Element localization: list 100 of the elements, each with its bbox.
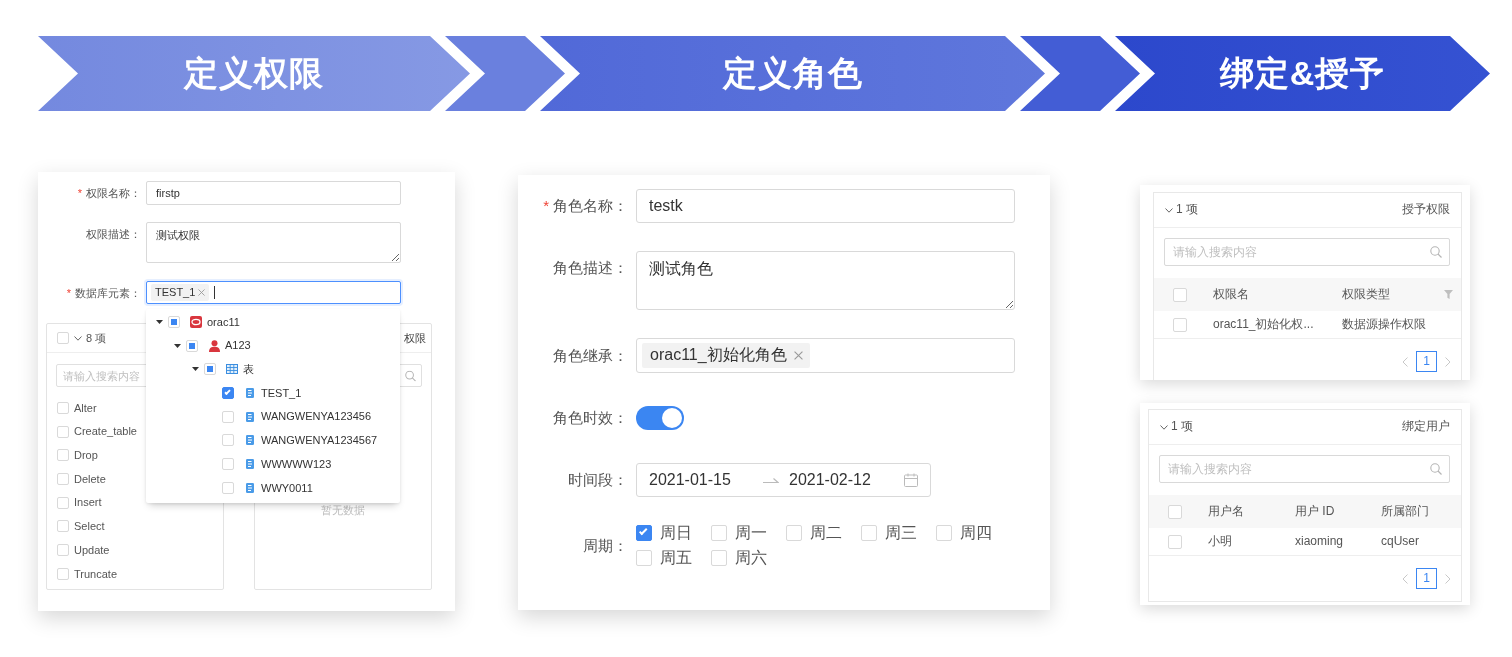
- date-range-field[interactable]: 2021-01-15 2021-02-12: [636, 463, 931, 497]
- chevron-down-icon[interactable]: [1160, 424, 1168, 430]
- weekday-label[interactable]: 周一: [735, 525, 767, 541]
- weekday-label[interactable]: 周二: [810, 525, 842, 541]
- form-label: 角色继承：: [553, 345, 628, 366]
- column-header: 权限名: [1213, 286, 1249, 303]
- panel-title: 绑定用户: [1402, 419, 1450, 435]
- document-icon: [246, 411, 254, 422]
- search-input[interactable]: 请输入搜索内容: [1159, 455, 1450, 483]
- tree-node-label[interactable]: TEST_1: [261, 385, 302, 401]
- form-label: 周期：: [583, 535, 628, 556]
- next-page-button[interactable]: [1443, 354, 1453, 369]
- item-count: 8 项: [86, 330, 107, 346]
- required-asterisk: *: [77, 186, 82, 201]
- chevron-left-icon: [1402, 356, 1408, 367]
- table-icon: [226, 364, 238, 375]
- chevron-right-icon: [1445, 356, 1451, 367]
- caret-down-icon[interactable]: [173, 343, 181, 348]
- chevron-left-icon: [1402, 573, 1408, 584]
- page-button[interactable]: 1: [1416, 568, 1437, 589]
- database-icon: [190, 315, 202, 328]
- permission-label[interactable]: Update: [74, 542, 110, 558]
- tree-node-label[interactable]: WANGWENYA123456: [261, 409, 372, 424]
- table-cell: xiaoming: [1295, 533, 1344, 550]
- form-label: 角色描述：: [553, 258, 628, 278]
- text-input[interactable]: firstp: [146, 181, 401, 205]
- close-icon[interactable]: [793, 351, 803, 360]
- permission-label[interactable]: Select: [74, 519, 105, 534]
- chevron-down-icon[interactable]: [1165, 207, 1173, 213]
- document-icon: [246, 458, 254, 469]
- list-title: 权限: [404, 330, 426, 346]
- tree-node-label[interactable]: WANGWENYA1234567: [261, 433, 378, 448]
- chevron-down-icon[interactable]: [74, 335, 82, 341]
- checkbox[interactable]: [636, 525, 652, 541]
- search-icon[interactable]: [405, 370, 416, 381]
- search-icon[interactable]: [1430, 463, 1442, 475]
- document-icon: [246, 482, 254, 493]
- permission-label[interactable]: Alter: [74, 400, 97, 415]
- description-textarea[interactable]: 测试权限: [146, 222, 401, 263]
- tree-node-label[interactable]: 表: [243, 362, 254, 377]
- step-banner: 定义角色: [540, 36, 1045, 111]
- search-input[interactable]: 请输入搜索内容: [1164, 238, 1450, 266]
- weekday-label[interactable]: 周四: [960, 525, 992, 541]
- caret-down-icon[interactable]: [191, 367, 199, 372]
- filter-icon[interactable]: [1444, 290, 1453, 299]
- form-label: 权限名称：: [86, 186, 141, 201]
- text-input[interactable]: testk: [636, 189, 1015, 223]
- tree-node-label[interactable]: orac11: [207, 314, 240, 329]
- required-asterisk: *: [543, 196, 549, 216]
- item-count: 1 项: [1176, 202, 1198, 218]
- column-header: 用户 ID: [1295, 503, 1335, 520]
- description-textarea[interactable]: 测试角色: [636, 251, 1015, 310]
- weekday-label[interactable]: 周日: [660, 525, 692, 541]
- table-cell: 小明: [1208, 533, 1232, 550]
- column-header: 权限类型: [1342, 286, 1390, 303]
- tag-select-field[interactable]: TEST_1: [146, 281, 401, 304]
- toggle-switch[interactable]: [636, 406, 684, 430]
- start-date[interactable]: 2021-01-15: [649, 469, 763, 491]
- permission-label[interactable]: Drop: [74, 448, 98, 463]
- tag-label: orac11_初始化角色: [650, 345, 787, 366]
- document-icon: [246, 387, 254, 398]
- table-cell: 数据源操作权限: [1342, 316, 1426, 333]
- form-label: 时间段：: [568, 470, 628, 490]
- tag-label: TEST_1: [155, 285, 196, 300]
- document-icon: [246, 435, 254, 446]
- column-header: 用户名: [1208, 503, 1244, 520]
- form-label: 角色名称：: [553, 196, 628, 216]
- user-icon: [208, 339, 220, 352]
- checkbox[interactable]: [222, 386, 234, 399]
- search-icon[interactable]: [1430, 246, 1442, 258]
- form-label: 数据库元素：: [75, 286, 141, 301]
- form-label: 权限描述：: [86, 227, 141, 242]
- end-date[interactable]: 2021-02-12: [789, 469, 871, 491]
- tree-node-label[interactable]: WWWWW123: [261, 456, 332, 472]
- weekday-label[interactable]: 周六: [735, 550, 767, 566]
- column-header: 所属部门: [1381, 503, 1429, 520]
- permission-label[interactable]: Truncate: [74, 566, 117, 581]
- permission-label[interactable]: Delete: [74, 471, 106, 487]
- step-banner: 绑定&授予: [1115, 36, 1490, 111]
- close-icon[interactable]: [198, 289, 206, 296]
- page-button[interactable]: 1: [1416, 351, 1437, 372]
- tree-node-label[interactable]: WWY0011: [261, 480, 313, 495]
- panel-title: 授予权限: [1402, 202, 1450, 218]
- calendar-icon[interactable]: [904, 473, 918, 487]
- item-count: 1 项: [1171, 419, 1193, 435]
- prev-page-button[interactable]: [1400, 571, 1410, 586]
- prev-page-button[interactable]: [1400, 354, 1410, 369]
- step-banner: 定义权限: [38, 36, 470, 111]
- weekday-label[interactable]: 周五: [660, 550, 692, 566]
- text-cursor: [214, 286, 216, 299]
- empty-text: 暂无数据: [320, 503, 366, 518]
- permission-label[interactable]: Create_table: [74, 424, 137, 439]
- weekday-label[interactable]: 周三: [885, 525, 917, 541]
- required-asterisk: *: [66, 286, 71, 301]
- table-cell: orac11_初始化权...: [1213, 316, 1314, 333]
- permission-label[interactable]: Insert: [74, 495, 102, 510]
- next-page-button[interactable]: [1443, 571, 1453, 586]
- tag-select-field[interactable]: orac11_初始化角色: [636, 338, 1015, 373]
- tree-node-label[interactable]: A123: [225, 338, 251, 353]
- chevron-right-icon: [1445, 573, 1451, 584]
